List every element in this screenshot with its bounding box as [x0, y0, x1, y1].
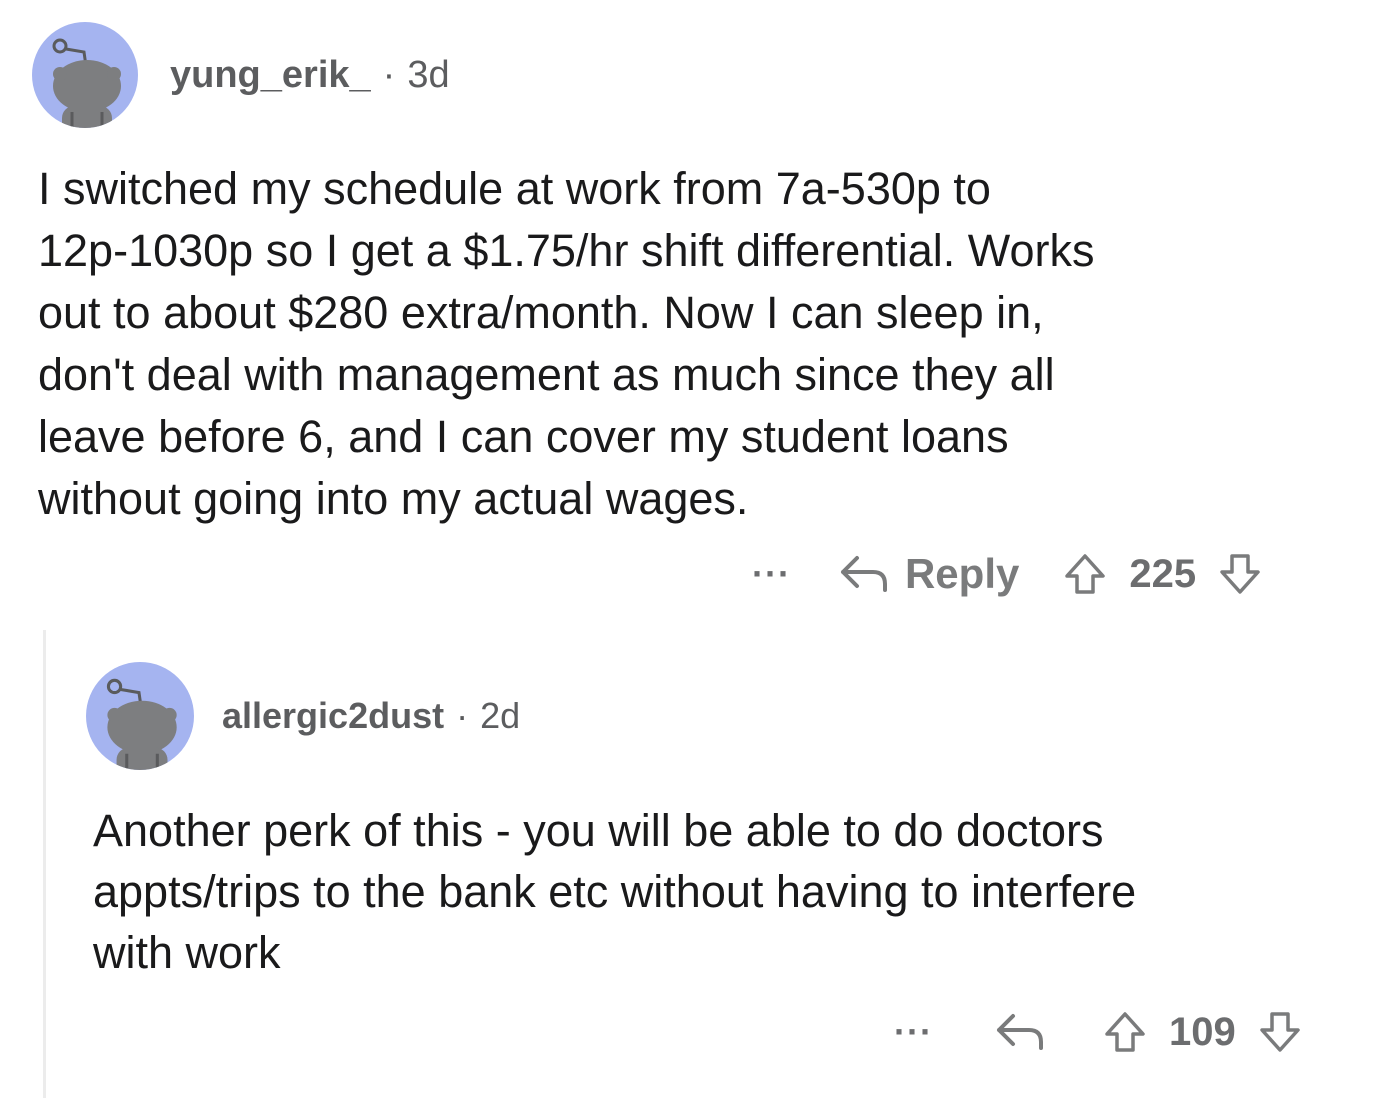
upvote-icon[interactable]: [1103, 1010, 1147, 1054]
comment-meta: allergic2dust · 2d: [222, 695, 520, 737]
reply-icon[interactable]: [995, 1012, 1045, 1052]
downvote-icon[interactable]: [1218, 552, 1262, 596]
upvote-icon[interactable]: [1063, 552, 1107, 596]
comment-meta: yung_erik_ · 3d: [170, 54, 450, 97]
comment-reply: allergic2dust · 2d Another perk of this …: [0, 640, 1398, 1098]
snoo-avatar-icon: [106, 678, 177, 770]
timestamp: 3d: [407, 53, 450, 96]
reply-icon: [840, 556, 887, 592]
timestamp: 2d: [480, 695, 521, 736]
reply-label: Reply: [904, 550, 1020, 597]
avatar[interactable]: [86, 662, 194, 770]
username[interactable]: yung_erik_: [170, 54, 371, 97]
comment-header: allergic2dust · 2d: [86, 662, 520, 770]
comment-actions: ··· Reply 225: [752, 542, 1262, 606]
separator-dot: ·: [456, 695, 469, 736]
reply-button[interactable]: Reply: [839, 550, 1019, 598]
comment-header: yung_erik_ · 3d: [32, 22, 450, 128]
separator-dot: ·: [382, 53, 396, 96]
avatar[interactable]: [32, 22, 138, 128]
vote-count: 109: [1168, 1009, 1236, 1054]
more-options-icon[interactable]: ···: [752, 553, 791, 595]
username[interactable]: allergic2dust: [222, 695, 444, 737]
comment-body: Another perk of this - you will be able …: [93, 805, 1137, 978]
comment-top-level: yung_erik_ · 3d I switched my schedule a…: [0, 0, 1398, 630]
snoo-avatar-icon: [52, 38, 121, 128]
downvote-icon[interactable]: [1258, 1010, 1302, 1054]
comment-actions: ··· 109: [894, 1000, 1302, 1064]
comment-body: I switched my schedule at work from 7a-5…: [38, 163, 1095, 524]
vote-count: 225: [1129, 551, 1197, 596]
more-options-icon[interactable]: ···: [894, 1011, 933, 1053]
